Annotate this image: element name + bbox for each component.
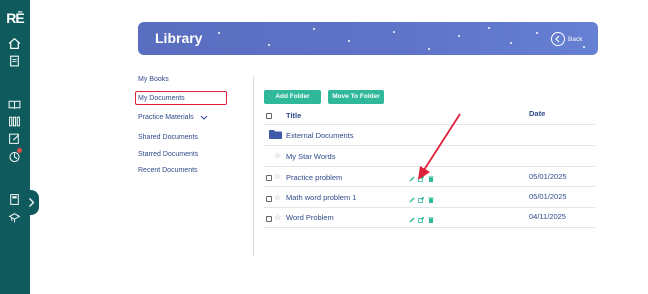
chevron-right-icon [29, 198, 35, 207]
nav-my-documents[interactable]: My Documents [138, 95, 185, 102]
back-button[interactable]: Back [551, 31, 582, 47]
library-icon[interactable] [8, 115, 21, 128]
column-header-title: Title [286, 111, 302, 120]
teacher-icon[interactable] [8, 211, 21, 224]
table-row-title[interactable]: Word Problem [286, 213, 334, 222]
share-icon[interactable] [418, 197, 424, 203]
trash-icon[interactable] [428, 217, 434, 223]
folder-icon [269, 130, 282, 139]
row-divider [264, 207, 595, 208]
table-row-title[interactable]: My Star Words [286, 152, 335, 161]
row-checkbox[interactable] [266, 175, 272, 181]
table-row-date: 05/01/2025 [529, 172, 567, 181]
book-open-icon[interactable] [8, 98, 21, 111]
table-row-title[interactable]: Practice problem [286, 173, 342, 182]
notification-dot [17, 148, 22, 153]
annotation-arrow [418, 113, 461, 180]
table-row-title[interactable]: External Documents [286, 131, 354, 140]
table-row-title[interactable]: Math word problem 1 [286, 193, 356, 202]
sidebar-expand-toggle[interactable] [24, 190, 39, 215]
star-outline-icon[interactable]: ☆ [274, 152, 281, 160]
library-page: RĒ Library Back My Books My Documents Pr… [0, 0, 648, 294]
star-outline-icon[interactable]: ☆ [274, 194, 281, 202]
nav-starred-documents[interactable]: Starred Documents [138, 151, 198, 158]
chevron-down-icon [200, 115, 207, 120]
select-all-checkbox[interactable] [266, 113, 272, 119]
add-folder-button[interactable]: Add Folder [264, 90, 321, 104]
back-label: Back [568, 35, 583, 43]
share-icon[interactable] [418, 217, 424, 223]
page-title: Library [155, 30, 203, 46]
app-logo[interactable]: RĒ [4, 7, 26, 29]
side-rail: RĒ [0, 0, 30, 294]
column-header-date: Date [529, 109, 546, 118]
library-banner: Library Back [138, 22, 598, 55]
edit-icon[interactable] [8, 132, 21, 145]
trash-icon[interactable] [428, 197, 434, 203]
nav-practice-materials-label: Practice Materials [138, 114, 194, 121]
nav-recent-documents[interactable]: Recent Documents [138, 167, 198, 174]
row-divider [264, 227, 595, 228]
row-checkbox[interactable] [266, 196, 272, 202]
nav-shared-documents[interactable]: Shared Documents [138, 134, 198, 141]
arrow-left-icon [551, 32, 565, 46]
row-checkbox[interactable] [266, 216, 272, 222]
edit-pencil-icon[interactable] [409, 197, 415, 203]
nav-divider [253, 76, 254, 256]
home-icon[interactable] [8, 37, 21, 50]
row-divider [264, 186, 595, 187]
table-row-date: 04/11/2025 [529, 212, 566, 221]
clipboard-icon[interactable] [8, 54, 21, 67]
star-outline-icon[interactable]: ☆ [274, 173, 281, 181]
nav-practice-materials[interactable]: Practice Materials [138, 114, 208, 121]
move-to-folder-button[interactable]: Move To Folder [328, 90, 384, 104]
star-outline-icon[interactable]: ☆ [274, 214, 281, 222]
table-row-date: 05/01/2025 [529, 192, 567, 201]
nav-my-books[interactable]: My Books [138, 76, 169, 83]
calculator-icon[interactable] [8, 193, 21, 206]
edit-pencil-icon[interactable] [409, 217, 415, 223]
